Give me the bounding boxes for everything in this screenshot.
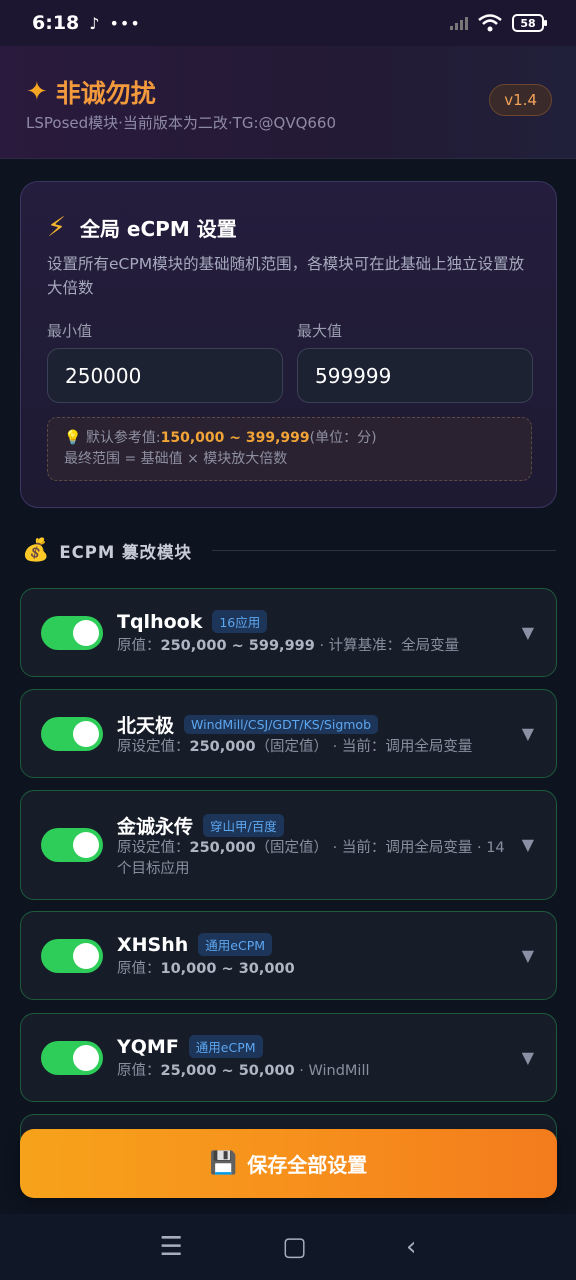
home-icon[interactable]: ▢ [282,1232,307,1262]
wifi-icon [478,14,502,32]
version-badge: v1.4 [489,84,552,116]
module-toggle[interactable] [41,828,103,862]
module-name: Tqlhook [117,610,203,633]
module-info: 原值：10,000 ~ 30,000 [117,961,295,977]
chevron-down-icon[interactable]: ▼ [522,835,534,854]
module-name: 金诚永传 [117,816,194,838]
module-info: 原设定值：250,000（固定值） · 当前：调用全局变量 · 14个目标应用 [117,840,505,877]
formula-text: 最终范围 = 基础值 × 模块放大倍数 [64,451,288,467]
menu-icon[interactable]: ☰ [160,1232,183,1262]
app-header: ✦ 非诚勿扰 LSPosed模块·当前版本为二改·TG:@QVQ660 v1.4 [0,46,576,159]
chevron-down-icon[interactable]: ▼ [522,623,534,642]
module-card-beitianji[interactable]: 北天极 WindMill/CSJ/GDT/KS/Sigmob 原设定值：250,0… [20,689,557,778]
floppy-disk-icon: 💾 [209,1151,238,1176]
module-tag: 穿山甲/百度 [203,814,284,837]
module-toggle[interactable] [41,1041,103,1075]
app-title: 非诚勿扰 [55,79,156,108]
max-value-input[interactable]: 599999 [297,348,533,403]
battery-icon: 58 [512,14,547,32]
global-ecpm-title: 全局 eCPM 设置 [79,217,237,241]
module-info: 原值：250,000 ~ 599,999 · 计算基准：全局变量 [117,638,460,654]
module-tag: 通用eCPM [198,933,273,956]
global-ecpm-description: 设置所有eCPM模块的基础随机范围，各模块可在此基础上独立设置放大倍数 [47,255,525,297]
save-all-label: 保存全部设置 [247,1153,368,1177]
signal-icon [450,16,468,30]
chevron-down-icon[interactable]: ▼ [522,1048,534,1067]
module-info: 原设定值：250,000（固定值） · 当前：调用全局变量 [117,739,473,755]
module-tag: WindMill/CSJ/GDT/KS/Sigmob [184,715,379,734]
module-tag: 通用eCPM [188,1035,263,1058]
default-hint: 💡 默认参考值:150,000 ~ 399,999(单位：分) 最终范围 = 基… [47,417,532,481]
module-tag: 16应用 [212,610,268,633]
min-label: 最小值 [47,322,93,340]
chevron-down-icon[interactable]: ▼ [522,946,534,965]
system-nav-bar: ☰ ▢ ‹ [0,1214,576,1280]
more-notifications-icon: ••• [109,13,141,33]
module-toggle[interactable] [41,939,103,973]
section-header: 💰 ECPM 篡改模块 [22,538,556,563]
section-title: ECPM 篡改模块 [59,542,193,562]
lightbulb-icon: 💡 [64,430,82,446]
status-bar: 6:18 ♪ ••• 58 [0,0,576,46]
module-toggle[interactable] [41,616,103,650]
max-label: 最大值 [297,322,343,340]
app-subtitle: LSPosed模块·当前版本为二改·TG:@QVQ660 [26,114,337,132]
status-time: 6:18 [32,12,80,34]
back-icon[interactable]: ‹ [406,1232,416,1262]
module-card-xhshh[interactable]: XHShh 通用eCPM 原值：10,000 ~ 30,000 ▼ [20,911,557,1000]
module-name: 北天极 [117,715,175,737]
money-bag-icon: 💰 [22,538,50,563]
module-card-tqlhook[interactable]: Tqlhook 16应用 原值：250,000 ~ 599,999 · 计算基准：… [20,588,557,677]
default-range: 150,000 ~ 399,999 [160,430,310,446]
min-value-input[interactable]: 250000 [47,348,283,403]
module-toggle[interactable] [41,717,103,751]
global-ecpm-card: ⚡ 全局 eCPM 设置 设置所有eCPM模块的基础随机范围，各模块可在此基础上… [20,181,557,508]
save-all-button[interactable]: 💾 保存全部设置 [20,1129,557,1198]
module-card-jincheng[interactable]: 金诚永传 穿山甲/百度 原设定值：250,000（固定值） · 当前：调用全局变量… [20,790,557,900]
chevron-down-icon[interactable]: ▼ [522,724,534,743]
module-card-yqmf[interactable]: YQMF 通用eCPM 原值：25,000 ~ 50,000 · WindMill… [20,1013,557,1102]
module-info: 原值：25,000 ~ 50,000 · WindMill [117,1063,370,1079]
sparkle-icon: ✦ [26,77,48,107]
lightning-icon: ⚡ [47,212,66,243]
tiktok-icon: ♪ [89,13,100,33]
module-name: XHShh [117,933,189,956]
section-divider [212,550,556,551]
module-name: YQMF [117,1035,179,1058]
